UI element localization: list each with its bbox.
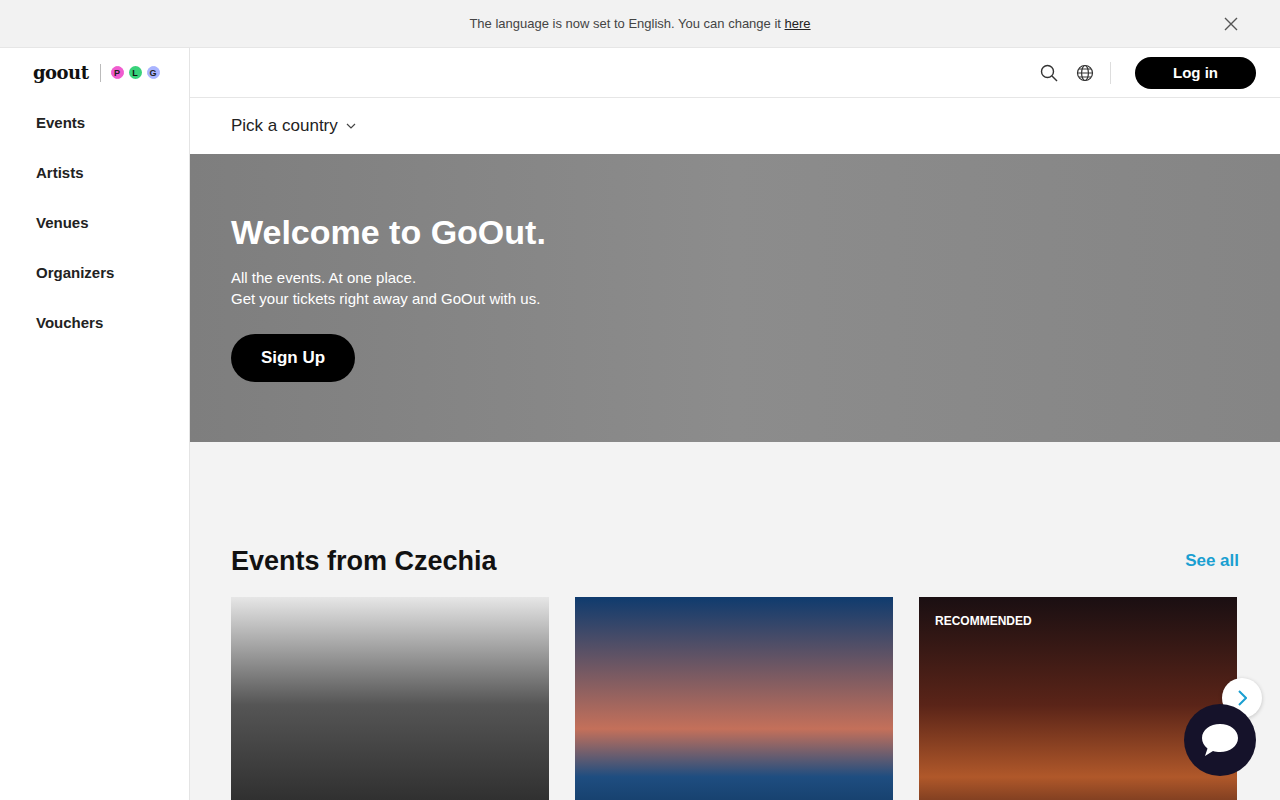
logo-badge: P: [111, 66, 124, 79]
login-button[interactable]: Log in: [1135, 57, 1256, 89]
top-bar: Log in: [190, 48, 1280, 98]
chevron-down-icon: [346, 123, 356, 129]
sidebar: goout PLG EventsArtistsVenuesOrganizersV…: [0, 48, 190, 800]
sidebar-item[interactable]: Events: [0, 97, 189, 147]
country-label: Pick a country: [231, 116, 338, 136]
logo-badge: L: [129, 66, 142, 79]
hero-title: Welcome to GoOut.: [231, 212, 1239, 252]
signup-button[interactable]: Sign Up: [231, 334, 355, 382]
sidebar-item[interactable]: Venues: [0, 197, 189, 247]
event-card[interactable]: [575, 597, 893, 800]
event-cards: RECOMMENDED: [231, 597, 1239, 800]
header-divider: [1110, 62, 1111, 84]
event-card[interactable]: [231, 597, 549, 800]
page: The language is now set to English. You …: [0, 0, 1280, 800]
events-section: Events from Czechia See all RECOMMENDED: [190, 442, 1280, 800]
see-all-link[interactable]: See all: [1185, 551, 1239, 571]
globe-icon[interactable]: [1076, 64, 1094, 82]
logo-separator: [100, 64, 101, 82]
hero-line: All the events. At one place.: [231, 267, 1239, 288]
main-content: Log in Pick a country Welcome to GoOut. …: [190, 48, 1280, 800]
close-icon[interactable]: [1224, 17, 1238, 31]
banner-text: The language is now set to English. You …: [469, 16, 810, 31]
sidebar-item[interactable]: Artists: [0, 147, 189, 197]
hero-line: Get your tickets right away and GoOut wi…: [231, 288, 1239, 309]
hero-banner: Welcome to GoOut. All the events. At one…: [190, 154, 1280, 442]
section-title: Events from Czechia: [231, 544, 497, 578]
hero-subtitle: All the events. At one place.Get your ti…: [231, 267, 1239, 309]
logo[interactable]: goout PLG: [0, 48, 189, 97]
event-card[interactable]: RECOMMENDED: [919, 597, 1237, 800]
chat-bubble-icon: [1199, 721, 1241, 759]
logo-text: goout: [33, 62, 89, 83]
chat-button[interactable]: [1184, 704, 1256, 776]
sidebar-item[interactable]: Vouchers: [0, 297, 189, 347]
search-icon[interactable]: [1040, 64, 1058, 82]
language-banner: The language is now set to English. You …: [0, 0, 1280, 48]
banner-link[interactable]: here: [785, 16, 811, 31]
sidebar-nav: EventsArtistsVenuesOrganizersVouchers: [0, 97, 189, 347]
arrow-right-icon: [1237, 690, 1247, 706]
recommended-badge: RECOMMENDED: [935, 614, 1032, 628]
logo-badge: G: [147, 66, 160, 79]
sidebar-item[interactable]: Organizers: [0, 247, 189, 297]
country-picker[interactable]: Pick a country: [190, 98, 1280, 154]
